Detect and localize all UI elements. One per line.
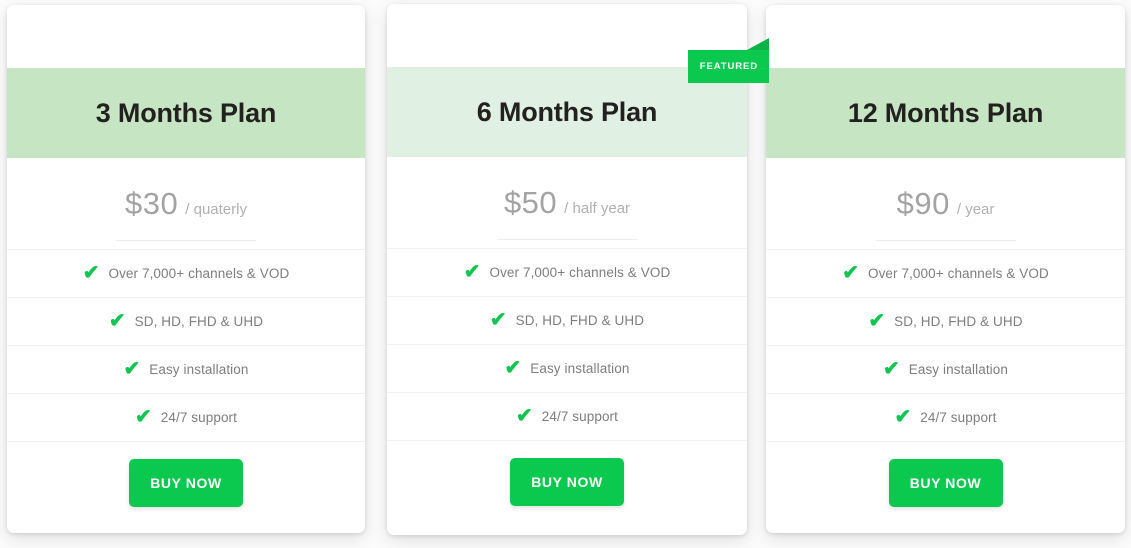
feature-list: ✔ Over 7,000+ channels & VOD ✔ SD, HD, F… — [7, 249, 365, 441]
price-divider — [497, 239, 637, 240]
check-icon: ✔ — [868, 309, 886, 332]
price-period: / year — [956, 201, 995, 218]
buy-now-button[interactable]: BUY NOW — [510, 458, 624, 506]
feature-label: 24/7 support — [160, 410, 238, 425]
feature-list: ✔ Over 7,000+ channels & VOD ✔ SD, HD, F… — [766, 249, 1125, 441]
feature-item: ✔ Easy installation — [7, 345, 365, 393]
feature-item: ✔ 24/7 support — [387, 392, 747, 440]
feature-list: ✔ Over 7,000+ channels & VOD ✔ SD, HD, F… — [387, 248, 747, 440]
pricing-table: 3 Months Plan $30 / quaterly ✔ Over 7,00… — [0, 0, 1131, 548]
pricing-card-body: 6 Months Plan $50 / half year ✔ Over 7,0… — [387, 4, 747, 535]
check-icon: ✔ — [108, 309, 126, 332]
price-amount: $90 — [896, 186, 950, 221]
plan-header: 12 Months Plan — [766, 68, 1125, 158]
check-icon: ✔ — [515, 404, 533, 427]
feature-item: ✔ Over 7,000+ channels & VOD — [387, 248, 747, 296]
feature-item: ✔ Easy installation — [766, 345, 1125, 393]
feature-item: ✔ Over 7,000+ channels & VOD — [766, 249, 1125, 297]
check-icon: ✔ — [882, 357, 900, 380]
price-amount: $50 — [503, 185, 558, 220]
plan-price-block: $90 / year — [766, 158, 1125, 249]
feature-label: 24/7 support — [541, 409, 619, 424]
feature-label: Easy installation — [149, 362, 249, 377]
feature-label: 24/7 support — [920, 410, 997, 425]
price-divider — [116, 240, 256, 241]
feature-label: Easy installation — [908, 362, 1009, 377]
pricing-card-12-months[interactable]: 12 Months Plan $90 / year ✔ Over 7,000+ … — [766, 5, 1125, 533]
feature-item: ✔ SD, HD, FHD & UHD — [7, 297, 365, 345]
feature-label: Easy installation — [530, 361, 630, 376]
featured-badge-label: FEATURED — [699, 61, 758, 72]
card-top-spacer — [766, 5, 1125, 68]
card-top-spacer — [7, 5, 365, 68]
feature-item: ✔ Easy installation — [387, 344, 747, 392]
featured-badge: FEATURED — [687, 38, 769, 83]
plan-title: 3 Months Plan — [95, 97, 277, 128]
price-amount: $30 — [125, 186, 179, 221]
plan-header: 3 Months Plan — [7, 68, 365, 158]
check-icon: ✔ — [894, 405, 912, 428]
feature-label: SD, HD, FHD & UHD — [134, 314, 264, 329]
check-icon: ✔ — [134, 405, 152, 428]
price-row: $30 / quaterly — [125, 186, 247, 222]
cta-area: BUY NOW — [387, 440, 747, 535]
feature-item: ✔ 24/7 support — [7, 393, 365, 441]
cta-area: BUY NOW — [7, 441, 365, 533]
feature-label: SD, HD, FHD & UHD — [515, 313, 645, 328]
price-row: $50 / half year — [504, 185, 630, 221]
feature-item: ✔ Over 7,000+ channels & VOD — [7, 249, 365, 297]
feature-label: Over 7,000+ channels & VOD — [489, 265, 671, 280]
feature-item: ✔ 24/7 support — [766, 393, 1125, 441]
price-row: $90 / year — [897, 186, 995, 222]
plan-title: 12 Months Plan — [847, 97, 1044, 128]
plan-title: 6 Months Plan — [476, 96, 658, 127]
check-icon: ✔ — [123, 357, 141, 380]
price-divider — [875, 240, 1016, 241]
ribbon-fold-icon — [747, 38, 769, 50]
check-icon: ✔ — [463, 260, 481, 283]
check-icon: ✔ — [82, 261, 100, 284]
cta-area: BUY NOW — [766, 441, 1125, 533]
price-period: / quaterly — [185, 201, 247, 218]
check-icon: ✔ — [489, 308, 507, 331]
feature-label: Over 7,000+ channels & VOD — [867, 266, 1049, 281]
feature-label: Over 7,000+ channels & VOD — [108, 266, 290, 281]
price-period: / half year — [564, 200, 631, 217]
pricing-card-6-months[interactable]: 6 Months Plan $50 / half year ✔ Over 7,0… — [387, 4, 769, 535]
pricing-card-body: 3 Months Plan $30 / quaterly ✔ Over 7,00… — [7, 5, 365, 533]
check-icon: ✔ — [842, 261, 859, 284]
pricing-card-body: 12 Months Plan $90 / year ✔ Over 7,000+ … — [766, 5, 1125, 533]
feature-item: ✔ SD, HD, FHD & UHD — [766, 297, 1125, 345]
plan-price-block: $50 / half year — [387, 157, 747, 248]
feature-item: ✔ SD, HD, FHD & UHD — [387, 296, 747, 344]
pricing-card-3-months[interactable]: 3 Months Plan $30 / quaterly ✔ Over 7,00… — [7, 5, 365, 533]
buy-now-button[interactable]: BUY NOW — [129, 459, 243, 507]
plan-price-block: $30 / quaterly — [7, 158, 365, 249]
feature-label: SD, HD, FHD & UHD — [894, 314, 1023, 329]
check-icon: ✔ — [504, 356, 522, 379]
buy-now-button[interactable]: BUY NOW — [888, 459, 1003, 507]
